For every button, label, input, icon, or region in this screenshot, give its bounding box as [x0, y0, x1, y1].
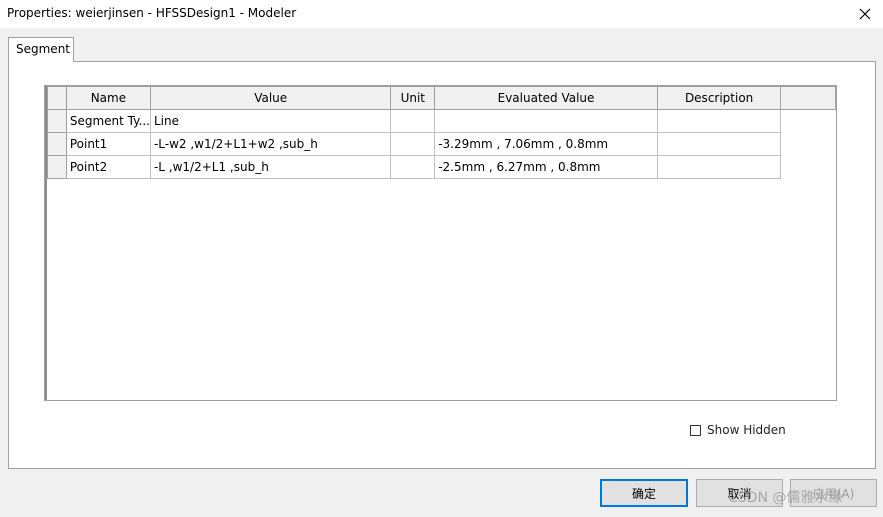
show-hidden-checkbox[interactable] [690, 424, 701, 436]
cell-description[interactable] [656, 155, 782, 179]
cell-name: Segment Ty... [65, 109, 151, 133]
close-button[interactable] [847, 0, 883, 28]
cell-unit[interactable] [390, 132, 436, 156]
cell-name: Point1 [65, 132, 151, 156]
properties-table: Name Value Unit Evaluated Value Descript… [47, 86, 836, 179]
corner-header [47, 86, 67, 110]
table-row[interactable]: Segment Ty... Line [47, 109, 836, 133]
cell-unit[interactable] [390, 155, 436, 179]
cell-evaluated-value [434, 109, 658, 133]
show-hidden-label: Show Hidden [707, 423, 786, 437]
window-title: Properties: weierjinsen - HFSSDesign1 - … [7, 6, 297, 20]
apply-button[interactable]: 应用(A) [790, 479, 877, 507]
cell-value[interactable]: -L ,w1/2+L1 ,sub_h [149, 155, 392, 179]
row-header[interactable] [47, 132, 67, 156]
tab-segment[interactable]: Segment [8, 37, 74, 62]
title-bar: Properties: weierjinsen - HFSSDesign1 - … [0, 0, 883, 28]
column-header-filler [780, 86, 836, 110]
show-hidden-option[interactable]: Show Hidden [690, 422, 786, 438]
properties-grid[interactable]: Name Value Unit Evaluated Value Descript… [44, 85, 837, 401]
ok-button[interactable]: 确定 [600, 479, 688, 507]
cell-name: Point2 [65, 155, 151, 179]
cell-value[interactable]: Line [149, 109, 392, 133]
cell-unit[interactable] [390, 109, 436, 133]
table-row[interactable]: Point2 -L ,w1/2+L1 ,sub_h -2.5mm , 6.27m… [47, 155, 836, 179]
cell-evaluated-value: -3.29mm , 7.06mm , 0.8mm [434, 132, 658, 156]
cancel-button[interactable]: 取消 [696, 479, 783, 507]
cell-evaluated-value: -2.5mm , 6.27mm , 0.8mm [434, 155, 658, 179]
close-icon [859, 8, 871, 20]
header-row: Name Value Unit Evaluated Value Descript… [47, 86, 836, 110]
cell-description[interactable] [656, 109, 782, 133]
tab-segment-label: Segment [16, 42, 70, 56]
row-header[interactable] [47, 155, 67, 179]
cell-description[interactable] [656, 132, 782, 156]
column-header-description[interactable]: Description [656, 86, 782, 110]
column-header-evaluated-value[interactable]: Evaluated Value [434, 86, 658, 110]
table-row[interactable]: Point1 -L-w2 ,w1/2+L1+w2 ,sub_h -3.29mm … [47, 132, 836, 156]
row-header[interactable] [47, 109, 67, 133]
cell-value[interactable]: -L-w2 ,w1/2+L1+w2 ,sub_h [149, 132, 392, 156]
column-header-unit[interactable]: Unit [390, 86, 436, 110]
column-header-name[interactable]: Name [65, 86, 151, 110]
column-header-value[interactable]: Value [149, 86, 392, 110]
